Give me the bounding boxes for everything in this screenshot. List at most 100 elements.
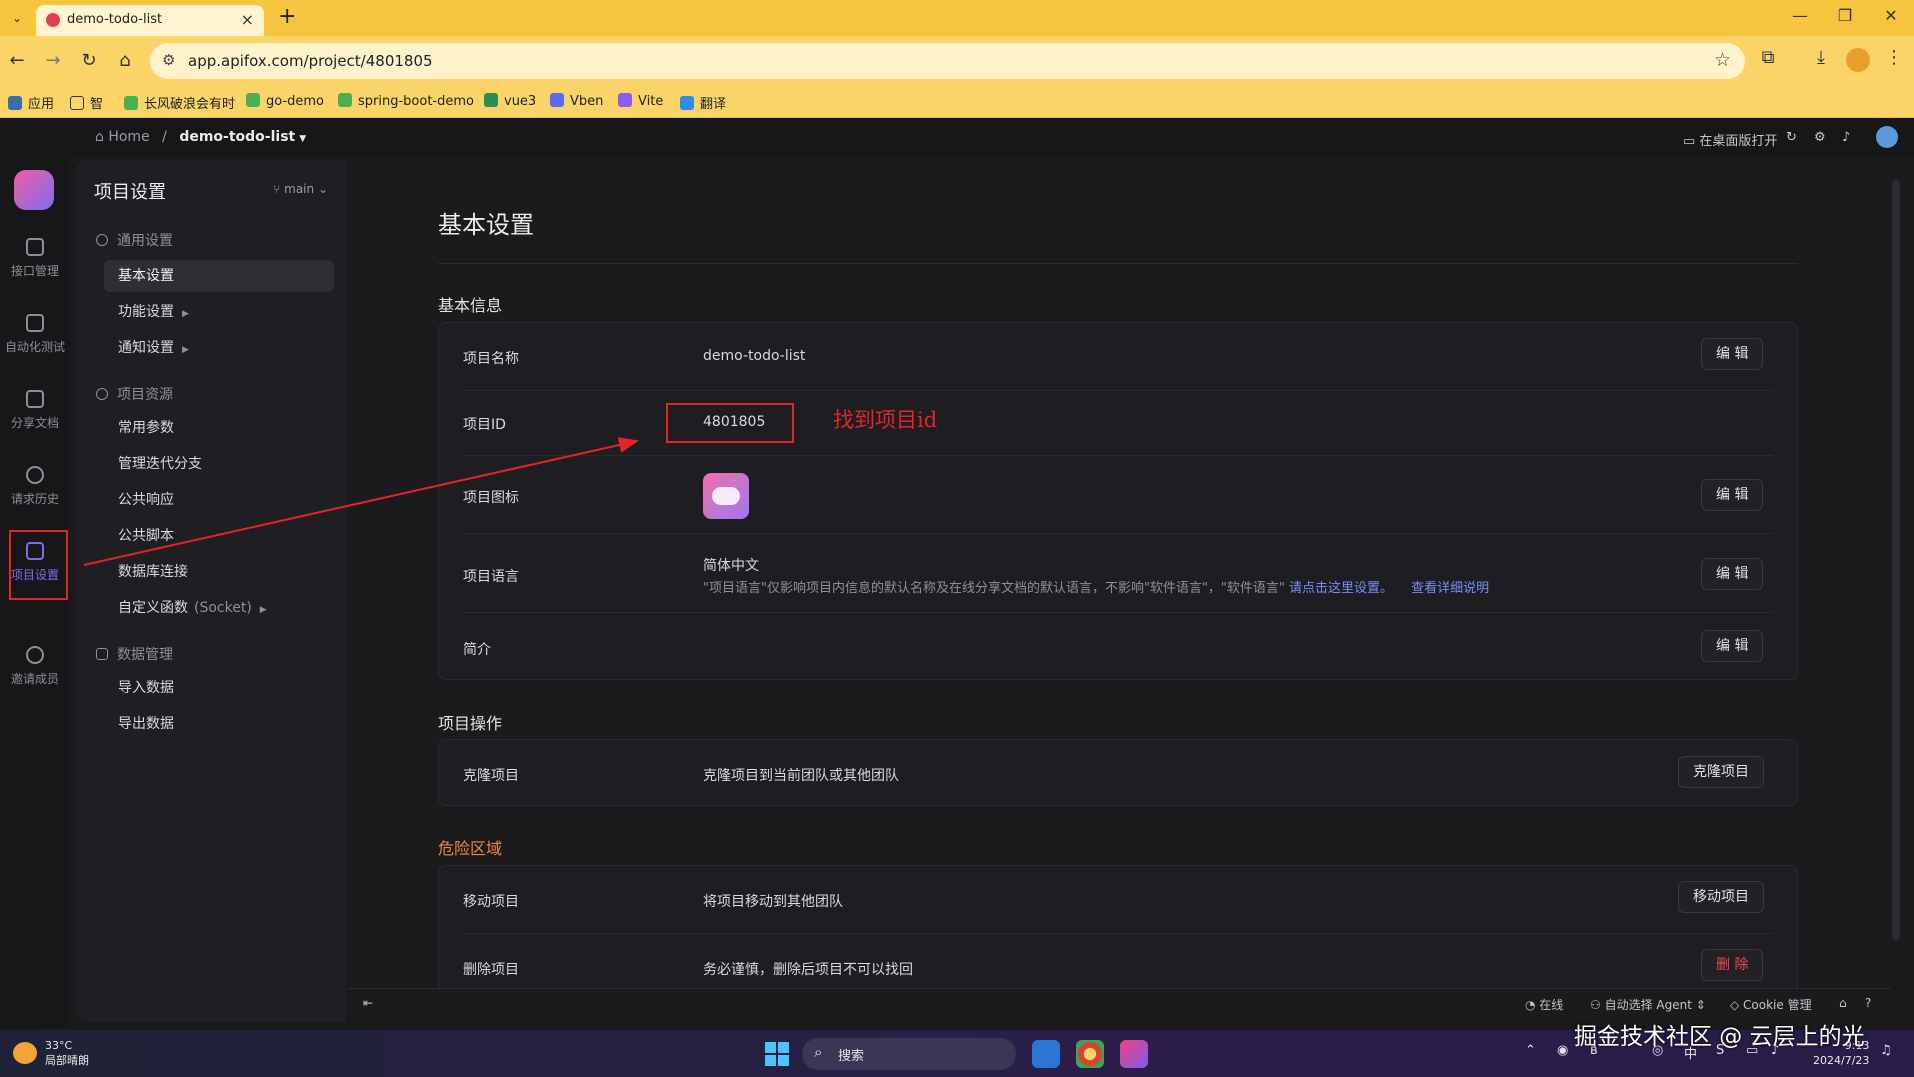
collapse-sidebar-icon[interactable]: ⇤ xyxy=(363,996,373,1010)
leaf-icon xyxy=(246,93,260,107)
rail-item-share-docs[interactable]: 分享文档 xyxy=(0,390,70,431)
minimize-icon[interactable]: — xyxy=(1785,6,1815,25)
home-crumb-icon[interactable]: ⌂ xyxy=(95,129,108,145)
bookmark-changfeng[interactable]: 长风破浪会有时 xyxy=(124,93,235,112)
project-logo[interactable] xyxy=(14,170,54,210)
divider xyxy=(463,455,1773,456)
weather-widget[interactable]: 33°C 局部晴朗 xyxy=(45,1038,89,1068)
clone-project-button[interactable]: 克隆项目 xyxy=(1678,756,1764,788)
sidebar-item-import[interactable]: 导入数据 xyxy=(104,672,334,704)
edit-language-button[interactable]: 编 辑 xyxy=(1701,558,1764,590)
breadcrumb-home[interactable]: Home xyxy=(108,129,149,145)
cookie-manager[interactable]: ◇ Cookie 管理 xyxy=(1730,996,1812,1013)
edit-intro-button[interactable]: 编 辑 xyxy=(1701,630,1764,662)
main-scrollbar[interactable] xyxy=(1892,180,1900,940)
chevron-down-icon[interactable]: ▼ xyxy=(299,134,306,144)
bell-icon[interactable]: ♪ xyxy=(1842,130,1850,145)
sidebar-item-script[interactable]: 公共脚本 xyxy=(104,520,334,552)
project-ops-card xyxy=(438,739,1798,806)
leaf-icon xyxy=(338,93,352,107)
bookmark-vben[interactable]: Vben xyxy=(550,93,603,109)
window-close-icon[interactable]: ✕ xyxy=(1876,6,1906,25)
sidebar-item-db[interactable]: 数据库连接 xyxy=(104,556,334,588)
edit-icon-button[interactable]: 编 辑 xyxy=(1701,479,1764,511)
clone-desc: 克隆项目到当前团队或其他团队 xyxy=(703,768,899,784)
online-status[interactable]: ◔ 在线 xyxy=(1525,996,1563,1013)
branch-selector[interactable]: ⑂ main ⌄ xyxy=(273,182,328,196)
bookmark-spring-boot-demo[interactable]: spring-boot-demo xyxy=(338,93,474,109)
bookmark-apps[interactable]: 应用 xyxy=(8,93,54,112)
windows-start-icon[interactable] xyxy=(765,1042,789,1066)
sidebar-item-params[interactable]: 常用参数 xyxy=(104,412,334,444)
caret-right-icon: ▶ xyxy=(259,605,267,615)
tray-overflow-icon[interactable]: ⌃ xyxy=(1525,1043,1536,1058)
group-data: 数据管理 xyxy=(96,644,173,664)
shirt-icon[interactable]: ⌂ xyxy=(1839,996,1847,1010)
new-tab-icon[interactable]: + xyxy=(278,4,296,29)
profile-avatar[interactable] xyxy=(1846,48,1870,72)
leaf-icon xyxy=(124,96,138,110)
sidebar-item-response[interactable]: 公共响应 xyxy=(104,484,334,516)
sidebar-item-iteration[interactable]: 管理迭代分支 xyxy=(104,448,334,480)
edit-name-button[interactable]: 编 辑 xyxy=(1701,338,1764,370)
caret-right-icon: ▶ xyxy=(182,309,189,319)
bookmark-go-demo[interactable]: go-demo xyxy=(246,93,324,109)
bookmark-vue3[interactable]: vue3 xyxy=(484,93,536,109)
sidebar-item-feature[interactable]: 功能设置 ▶ xyxy=(104,296,334,328)
settings-gear-icon[interactable]: ⚙ xyxy=(1814,130,1826,145)
autotest-icon xyxy=(26,314,44,332)
rail-item-autotest[interactable]: 自动化测试 xyxy=(0,314,70,355)
clone-label: 克隆项目 xyxy=(463,768,519,784)
vscode-icon[interactable] xyxy=(1032,1040,1060,1068)
notification-bell-icon[interactable]: ♫ xyxy=(1880,1043,1892,1058)
sidebar-item-basic[interactable]: 基本设置 xyxy=(104,260,334,292)
intellij-icon[interactable] xyxy=(1120,1040,1148,1068)
language-settings-link[interactable]: 请点击这里设置。 xyxy=(1289,581,1393,596)
agent-selector[interactable]: ⚇ 自动选择 Agent ⇕ xyxy=(1590,996,1706,1013)
delete-project-button[interactable]: 删 除 xyxy=(1701,949,1764,981)
move-project-button[interactable]: 移动项目 xyxy=(1678,881,1764,913)
bookmark-vite[interactable]: Vite xyxy=(618,93,663,109)
rail-item-invite[interactable]: 邀请成员 xyxy=(0,646,70,687)
user-avatar[interactable] xyxy=(1876,126,1898,148)
tray-app-icon[interactable]: ◉ xyxy=(1557,1043,1568,1058)
sidebar-item-notify[interactable]: 通知设置 ▶ xyxy=(104,332,334,364)
group-resources: 项目资源 xyxy=(96,384,173,404)
site-info-icon[interactable]: ⚙ xyxy=(162,51,175,69)
basic-info-card xyxy=(438,322,1798,680)
address-bar[interactable]: ⚙ app.apifox.com/project/4801805 ☆ xyxy=(150,43,1745,79)
breadcrumb-project[interactable]: demo-todo-list xyxy=(179,129,295,145)
close-tab-icon[interactable]: × xyxy=(241,10,254,29)
extensions-icon[interactable]: ⧉ xyxy=(1754,47,1782,68)
browser-tab[interactable]: demo-todo-list × xyxy=(36,5,264,36)
agent-icon: ⚇ xyxy=(1590,998,1605,1012)
download-icon[interactable]: ⤓ xyxy=(1807,47,1835,68)
browser-toolbar: ← → ↻ ⌂ ⚙ app.apifox.com/project/4801805… xyxy=(0,36,1914,86)
bookmark-translate[interactable]: 翻译 xyxy=(680,93,726,112)
restore-icon[interactable]: ❐ xyxy=(1830,6,1860,25)
sidebar-item-export[interactable]: 导出数据 xyxy=(104,708,334,740)
bookmarks-bar: 应用 智 长风破浪会有时 go-demo spring-boot-demo vu… xyxy=(0,86,1914,118)
weather-icon[interactable] xyxy=(13,1042,37,1064)
tab-search-icon[interactable]: ⌄ xyxy=(6,8,28,28)
browser-menu-icon[interactable]: ⋮ xyxy=(1880,47,1908,68)
bookmark-star-icon[interactable]: ☆ xyxy=(1714,49,1731,71)
forward-icon[interactable]: → xyxy=(40,48,66,74)
home-icon[interactable]: ⌂ xyxy=(112,48,138,74)
folder-icon xyxy=(70,96,84,110)
divider xyxy=(438,263,1798,264)
monitor-icon: ▭ xyxy=(1683,134,1700,149)
bookmark-folder[interactable]: 智 xyxy=(70,93,103,112)
open-desktop-button[interactable]: ▭ 在桌面版打开 xyxy=(1683,130,1777,149)
sidebar-item-custom-fn[interactable]: 自定义函数 (Socket) ▶ xyxy=(104,592,334,624)
rail-item-history[interactable]: 请求历史 xyxy=(0,466,70,507)
taskbar-search[interactable]: ⌕ 搜索 xyxy=(802,1038,1016,1070)
refresh-icon[interactable]: ↻ xyxy=(1786,130,1797,145)
language-details-link[interactable]: 查看详细说明 xyxy=(1411,581,1489,596)
reload-icon[interactable]: ↻ xyxy=(76,48,102,74)
help-icon[interactable]: ? xyxy=(1865,996,1871,1010)
rail-item-api[interactable]: 接口管理 xyxy=(0,238,70,279)
back-icon[interactable]: ← xyxy=(4,48,30,74)
app-header: ⌂ Home / demo-todo-list ▼ ▭ 在桌面版打开 ↻ ⚙ ♪ xyxy=(0,118,1914,158)
chrome-icon[interactable] xyxy=(1076,1040,1104,1068)
